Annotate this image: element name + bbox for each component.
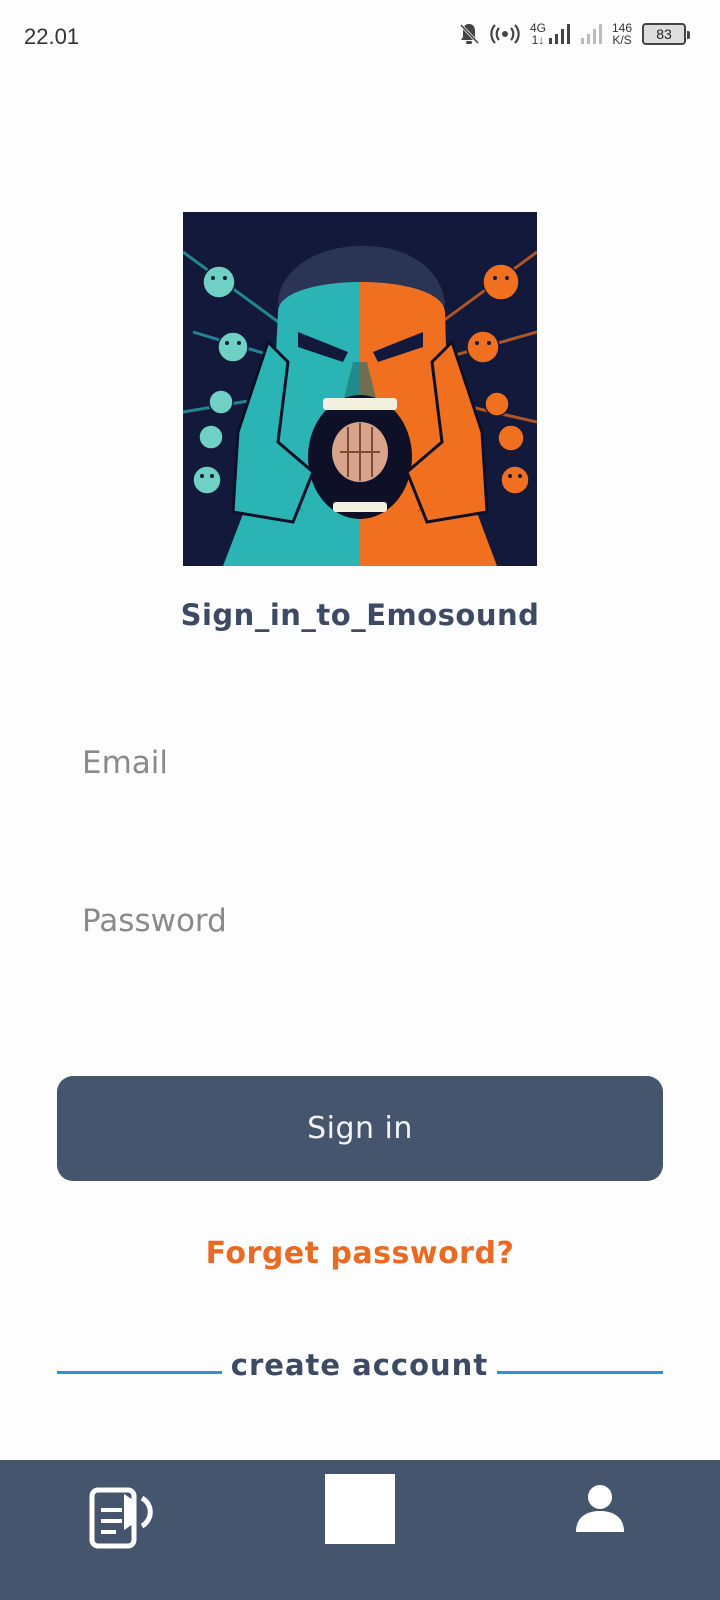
blank-square-icon[interactable]: [325, 1474, 395, 1544]
create-account-link[interactable]: create account: [222, 1348, 497, 1382]
page-title: Sign_in_to_Emosound: [180, 598, 540, 632]
app-logo-illustration: [183, 212, 537, 566]
signal-weak-icon: [580, 23, 602, 45]
bottom-navigation: [0, 1460, 720, 1600]
sign-in-button[interactable]: Sign in: [57, 1076, 663, 1181]
document-audio-icon[interactable]: [88, 1480, 158, 1552]
forgot-password-link[interactable]: Forget password?: [0, 1236, 720, 1271]
battery-icon: 83: [642, 23, 690, 45]
status-time: 22.01: [24, 24, 80, 49]
divider-right: [497, 1371, 663, 1374]
password-field[interactable]: [82, 898, 642, 944]
battery-level: 83: [656, 26, 672, 42]
status-bar: 22.01 4G 1↓ 146 K/S 83: [0, 0, 720, 74]
status-icons: 4G 1↓ 146 K/S 83: [458, 21, 690, 47]
profile-icon[interactable]: [574, 1482, 626, 1534]
bell-off-icon: [458, 22, 480, 46]
email-field[interactable]: [82, 740, 642, 786]
network-speed: 146 K/S: [611, 21, 632, 47]
hotspot-icon: [490, 23, 520, 45]
divider-left: [57, 1371, 222, 1374]
signal-4g-icon: 4G 1↓: [530, 22, 570, 46]
